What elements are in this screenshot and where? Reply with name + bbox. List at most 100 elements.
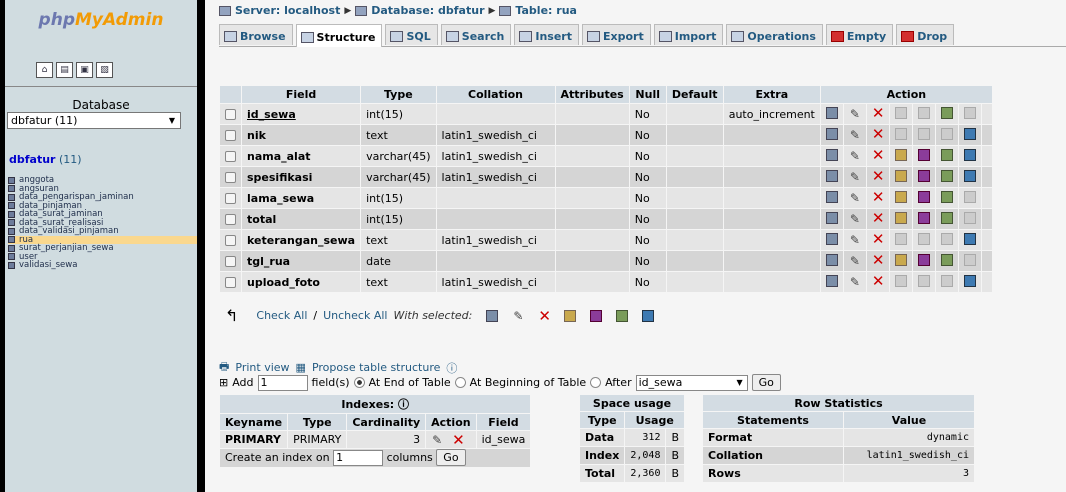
table-icon[interactable] <box>8 236 15 244</box>
delete-icon[interactable]: ✕ <box>872 232 885 247</box>
index-icon[interactable] <box>616 309 629 322</box>
browse-icon[interactable] <box>825 127 838 140</box>
delete-icon[interactable]: ✕ <box>872 211 885 226</box>
browse-icon[interactable] <box>825 211 838 224</box>
primary-key-icon[interactable] <box>894 253 907 266</box>
fulltext-icon[interactable] <box>963 169 976 182</box>
tab-import[interactable]: Import <box>653 24 724 45</box>
index-icon[interactable] <box>940 253 953 266</box>
row-checkbox[interactable] <box>225 277 236 288</box>
tab-browse[interactable]: Browse <box>219 24 293 45</box>
table-icon[interactable] <box>8 193 15 201</box>
unique-icon[interactable] <box>917 127 930 140</box>
docs-icon[interactable]: ▣ <box>76 62 93 78</box>
tab-drop[interactable]: Drop <box>896 24 955 45</box>
index-icon[interactable] <box>940 211 953 224</box>
primary-key-icon[interactable] <box>894 148 907 161</box>
breadcrumb-server[interactable]: Server: localhost <box>235 4 340 17</box>
create-index-count-input[interactable]: 1 <box>333 450 384 466</box>
primary-key-icon[interactable] <box>894 127 907 140</box>
tab-export[interactable]: Export <box>582 24 651 45</box>
primary-key-icon[interactable] <box>894 169 907 182</box>
edit-icon[interactable]: ✎ <box>849 234 861 246</box>
fulltext-icon[interactable] <box>642 309 655 322</box>
check-all-link[interactable]: Check All <box>256 309 307 322</box>
add-field-count-input[interactable]: 1 <box>257 374 308 391</box>
table-icon[interactable] <box>8 253 15 261</box>
tab-search[interactable]: Search <box>440 24 512 45</box>
unique-icon[interactable] <box>917 211 930 224</box>
primary-key-icon[interactable] <box>564 309 577 322</box>
edit-icon[interactable]: ✎ <box>849 171 861 183</box>
delete-icon[interactable]: ✕ <box>872 253 885 268</box>
table-icon[interactable] <box>8 219 15 227</box>
row-checkbox[interactable] <box>225 109 236 120</box>
row-checkbox[interactable] <box>225 172 236 183</box>
tab-sql[interactable]: SQL <box>385 24 438 45</box>
index-icon[interactable] <box>940 232 953 245</box>
edit-icon[interactable]: ✎ <box>849 213 861 225</box>
fulltext-icon[interactable] <box>963 190 976 203</box>
primary-key-icon[interactable] <box>894 190 907 203</box>
edit-icon[interactable]: ✎ <box>849 255 861 267</box>
row-checkbox[interactable] <box>225 214 236 225</box>
edit-icon[interactable]: ✎ <box>849 108 861 120</box>
after-field-select[interactable]: id_sewa ▼ <box>635 374 748 391</box>
unique-icon[interactable] <box>917 274 930 287</box>
database-link[interactable]: dbfatur (11) <box>9 153 82 166</box>
add-go-button[interactable]: Go <box>751 374 781 391</box>
fulltext-icon[interactable] <box>963 127 976 140</box>
sidebar-table-item[interactable]: validasi_sewa <box>8 261 197 270</box>
unique-icon[interactable] <box>917 106 930 119</box>
sidebar-table-item[interactable]: data_validasi_pinjaman <box>8 227 197 236</box>
table-icon[interactable] <box>8 185 15 193</box>
edit-icon[interactable]: ✎ <box>849 150 861 162</box>
delete-icon[interactable]: ✕ <box>872 169 885 184</box>
fulltext-icon[interactable] <box>963 253 976 266</box>
fulltext-icon[interactable] <box>963 232 976 245</box>
primary-key-icon[interactable] <box>894 232 907 245</box>
propose-structure-link[interactable]: Propose table structure <box>312 361 440 374</box>
unique-icon[interactable] <box>917 190 930 203</box>
row-checkbox[interactable] <box>225 235 236 246</box>
breadcrumb-database[interactable]: Database: dbfatur <box>371 4 484 17</box>
table-icon[interactable] <box>8 261 15 269</box>
index-icon[interactable] <box>940 127 953 140</box>
browse-icon[interactable] <box>825 232 838 245</box>
table-icon[interactable] <box>8 210 15 218</box>
primary-key-icon[interactable] <box>894 211 907 224</box>
fulltext-icon[interactable] <box>963 211 976 224</box>
edit-icon[interactable]: ✎ <box>849 192 861 204</box>
delete-index-icon[interactable]: ✕ <box>452 432 465 447</box>
home-icon[interactable]: ⌂ <box>36 62 53 78</box>
at-end-radio[interactable] <box>353 377 365 388</box>
index-icon[interactable] <box>940 106 953 119</box>
table-icon[interactable] <box>8 202 15 210</box>
at-beginning-radio[interactable] <box>454 377 466 388</box>
after-radio[interactable] <box>590 377 602 388</box>
index-icon[interactable] <box>940 274 953 287</box>
browse-icon[interactable] <box>825 148 838 161</box>
unique-icon[interactable] <box>917 169 930 182</box>
browse-icon[interactable] <box>825 253 838 266</box>
browse-icon[interactable] <box>486 309 499 322</box>
delete-icon[interactable]: ✕ <box>538 308 551 323</box>
create-index-go-button[interactable]: Go <box>436 449 466 466</box>
browse-icon[interactable] <box>825 106 838 119</box>
delete-icon[interactable]: ✕ <box>872 274 885 289</box>
index-icon[interactable] <box>940 169 953 182</box>
database-select[interactable]: dbfatur (11) ▼ <box>7 112 181 129</box>
index-icon[interactable] <box>940 190 953 203</box>
sql-query-icon[interactable]: ▤ <box>56 62 73 78</box>
reload-icon[interactable]: ▧ <box>96 62 113 78</box>
edit-icon[interactable]: ✎ <box>512 310 524 322</box>
tab-structure[interactable]: Structure <box>295 24 383 47</box>
edit-index-icon[interactable]: ✎ <box>431 434 443 446</box>
row-checkbox[interactable] <box>225 151 236 162</box>
delete-icon[interactable]: ✕ <box>872 127 885 142</box>
edit-icon[interactable]: ✎ <box>849 276 861 288</box>
edit-icon[interactable]: ✎ <box>849 129 861 141</box>
primary-key-icon[interactable] <box>894 106 907 119</box>
uncheck-all-link[interactable]: Uncheck All <box>323 309 387 322</box>
table-icon[interactable] <box>8 176 15 184</box>
